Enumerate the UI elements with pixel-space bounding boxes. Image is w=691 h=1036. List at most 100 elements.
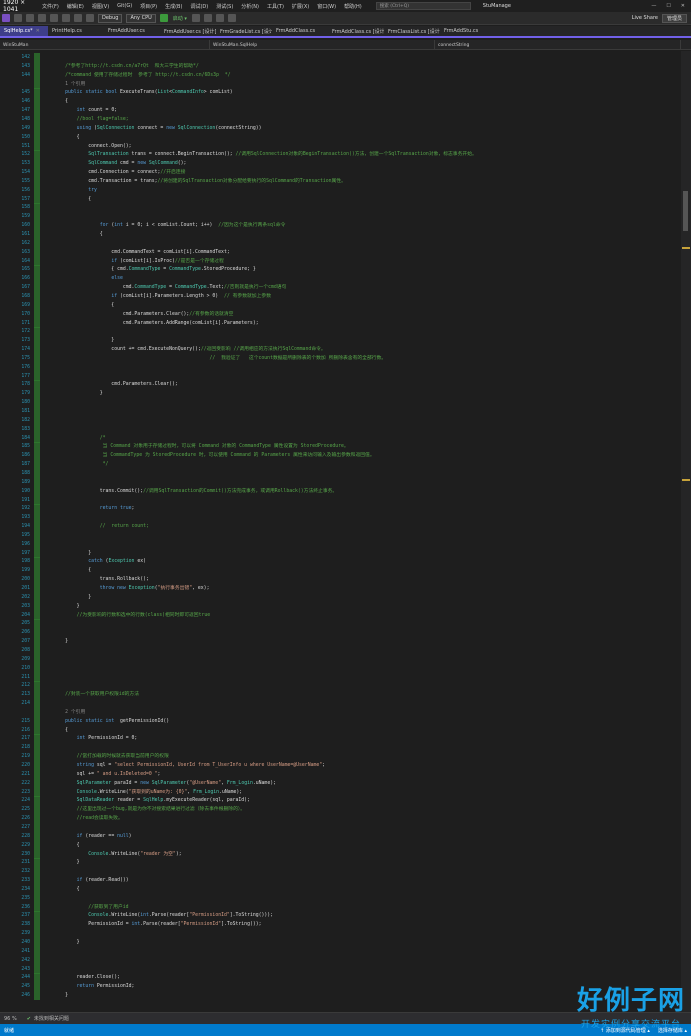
code-line[interactable]: 220 string sql = "select PermissionId, U… xyxy=(0,761,681,770)
menu-window[interactable]: 窗口(W) xyxy=(313,3,340,10)
code-line[interactable]: 218 xyxy=(0,743,681,753)
code-line[interactable]: 160 for (int i = 0; i < comList.Count; i… xyxy=(0,221,681,231)
code-line[interactable]: 223 Console.WriteLine("获取到的uName为: {0}",… xyxy=(0,787,681,797)
code-line[interactable]: 170 cmd.Parameters.Clear();//有参数的话就清空 xyxy=(0,309,681,319)
code-line[interactable]: 164 if (comList[i].IsProc)//是否是一个存储过程 xyxy=(0,256,681,266)
code-line[interactable]: 144 /*command 使用了存储过程时 参考了 http://t.csdn… xyxy=(0,70,681,80)
code-line[interactable]: 224 SqlDataReader reader = SqlHelp.myExe… xyxy=(0,796,681,806)
tab-4[interactable]: FrmGradeList.cs [设计] xyxy=(216,26,272,36)
code-line[interactable]: 156 try xyxy=(0,185,681,195)
menu-build[interactable]: 生成(B) xyxy=(161,3,186,10)
play-icon[interactable] xyxy=(159,14,168,22)
code-line[interactable]: 181 xyxy=(0,407,681,416)
code-editor[interactable]: 142 143 /*参考了http://t.csdn.cn/a7rQt 和大三学生… xyxy=(0,51,681,1012)
code-line[interactable]: 180 xyxy=(0,398,681,408)
code-line[interactable]: 227 xyxy=(0,822,681,832)
code-line[interactable]: 158 xyxy=(0,203,681,213)
code-line[interactable]: 215 public static int getPermissionId() xyxy=(0,716,681,726)
menu-project[interactable]: 项目(P) xyxy=(136,3,161,10)
admin-badge[interactable]: 管理员 xyxy=(661,13,687,23)
code-line[interactable]: 172 xyxy=(0,327,681,337)
live-share-button[interactable]: Live Share xyxy=(632,15,658,21)
code-line[interactable]: 225 //这里出现过一个bug,就是为你不对搜索结果进行过滤（除去事件根删除的… xyxy=(0,805,681,815)
forward-icon[interactable] xyxy=(26,14,34,22)
tab-2[interactable]: FrmAddUser.cs xyxy=(104,26,160,36)
code-line[interactable]: 205 xyxy=(0,619,681,629)
code-line[interactable]: 179 } xyxy=(0,389,681,399)
redo-icon[interactable] xyxy=(86,14,94,22)
undo-icon[interactable] xyxy=(74,14,82,22)
code-line[interactable]: 153 SqlCommand cmd = new SqlCommand(); xyxy=(0,159,681,169)
menu-debug[interactable]: 调试(D) xyxy=(186,3,212,10)
hot-reload-icon[interactable] xyxy=(203,14,212,22)
code-line[interactable]: 191 xyxy=(0,495,681,505)
tab-6[interactable]: FrmAddClass.cs [设计] xyxy=(328,26,384,36)
code-line[interactable]: 182 xyxy=(0,415,681,425)
code-line[interactable]: 159 xyxy=(0,212,681,222)
code-line[interactable]: 235 xyxy=(0,893,681,903)
code-line[interactable]: 151 connect.Open(); xyxy=(0,141,681,151)
code-line[interactable]: 211 xyxy=(0,672,681,682)
menu-tools[interactable]: 工具(T) xyxy=(263,3,288,10)
code-line[interactable]: 238 PermissionId = int.Parse(reader["Per… xyxy=(0,920,681,930)
code-line[interactable]: 177 xyxy=(0,371,681,381)
code-line[interactable]: 185 当 Command 对象用于存储过程时，可以将 Command 对象的 … xyxy=(0,442,681,452)
code-line[interactable]: 190 trans.Commit();//调用SqlTransaction的Co… xyxy=(0,486,681,496)
zoom-level[interactable]: 96 % xyxy=(4,1016,17,1022)
menu-help[interactable]: 帮助(H) xyxy=(340,3,366,10)
code-line[interactable]: 228 if (reader == null) xyxy=(0,831,681,841)
code-line[interactable]: 226 //read会读取失败。 xyxy=(0,814,681,824)
code-line[interactable]: 152 SqlTransaction trans = connect.Begin… xyxy=(0,150,681,160)
code-line[interactable]: 173 } xyxy=(0,336,681,346)
code-line[interactable]: 202 } xyxy=(0,592,681,602)
code-line[interactable]: 214 xyxy=(0,699,681,709)
code-line[interactable]: 183 xyxy=(0,424,681,434)
tab-3[interactable]: FrmAddUser.cs [设计] xyxy=(160,26,216,36)
code-line[interactable]: 175 // 我验证了 这个count数据是所删除表的个数加 所删除表含有的全部… xyxy=(0,353,681,363)
code-line[interactable]: 212 xyxy=(0,681,681,691)
code-line[interactable]: 189 xyxy=(0,477,681,487)
tab-1[interactable]: PrintHelp.cs xyxy=(48,26,104,36)
code-line[interactable]: 142 xyxy=(0,53,681,62)
code-line[interactable]: 230 Console.WriteLine("reader 为空"); xyxy=(0,849,681,859)
save-icon[interactable] xyxy=(50,14,58,22)
menu-file[interactable]: 文件(F) xyxy=(38,3,63,10)
code-line[interactable]: 243 xyxy=(0,964,681,974)
code-line[interactable]: 221 sql += " and u.IsDeleted=0 "; xyxy=(0,769,681,779)
code-line[interactable]: 229 { xyxy=(0,840,681,850)
code-line[interactable]: 198 catch (Exception ex) xyxy=(0,557,681,567)
run-without-debug-icon[interactable] xyxy=(191,14,200,22)
code-line[interactable]: 233 if (reader.Read()) xyxy=(0,876,681,886)
comment-icon[interactable] xyxy=(227,14,236,22)
code-line[interactable]: 216 { xyxy=(0,725,681,735)
bookmark-icon[interactable] xyxy=(215,14,224,22)
start-button[interactable]: 启动 ▾ xyxy=(173,15,187,22)
new-file-icon[interactable] xyxy=(38,14,46,22)
code-line[interactable]: 242 xyxy=(0,955,681,965)
code-line[interactable]: 241 xyxy=(0,946,681,956)
code-line[interactable]: 154 cmd.Connection = connect;//开启连接 xyxy=(0,168,681,178)
code-line[interactable]: 213 //封装一个获取用户权限id的方法 xyxy=(0,690,681,700)
menu-edit[interactable]: 编辑(E) xyxy=(63,3,88,10)
code-line[interactable]: 192 return true; xyxy=(0,504,681,514)
code-line[interactable]: 199 { xyxy=(0,566,681,576)
code-line[interactable]: 219 //當打加载的时候就去获取当前用户的权限 xyxy=(0,752,681,762)
config-select[interactable]: Debug xyxy=(98,13,123,23)
code-line[interactable]: 143 /*参考了http://t.csdn.cn/a7rQt 和大三学生的帮助… xyxy=(0,61,681,71)
code-line[interactable]: 203 } xyxy=(0,601,681,611)
code-line[interactable]: 162 xyxy=(0,238,681,248)
code-line[interactable]: 194 // return count; xyxy=(0,522,681,532)
minimize-icon[interactable]: — xyxy=(651,3,656,9)
tab-close-icon[interactable]: ✕ xyxy=(36,28,40,34)
code-line[interactable]: 2 个引用 xyxy=(0,707,681,717)
menu-test[interactable]: 测试(S) xyxy=(212,3,237,10)
code-line[interactable]: 236 //获取到了用户id xyxy=(0,902,681,912)
code-line[interactable]: 195 xyxy=(0,530,681,540)
code-line[interactable]: 208 xyxy=(0,645,681,655)
tab-0[interactable]: SqlHelp.cs* ✕ xyxy=(0,26,48,36)
code-line[interactable]: 169 { xyxy=(0,300,681,310)
scrollbar-thumb[interactable] xyxy=(683,191,688,231)
menu-git[interactable]: Git(G) xyxy=(113,3,136,9)
code-line[interactable]: 239 xyxy=(0,929,681,939)
code-line[interactable]: 166 else xyxy=(0,274,681,284)
